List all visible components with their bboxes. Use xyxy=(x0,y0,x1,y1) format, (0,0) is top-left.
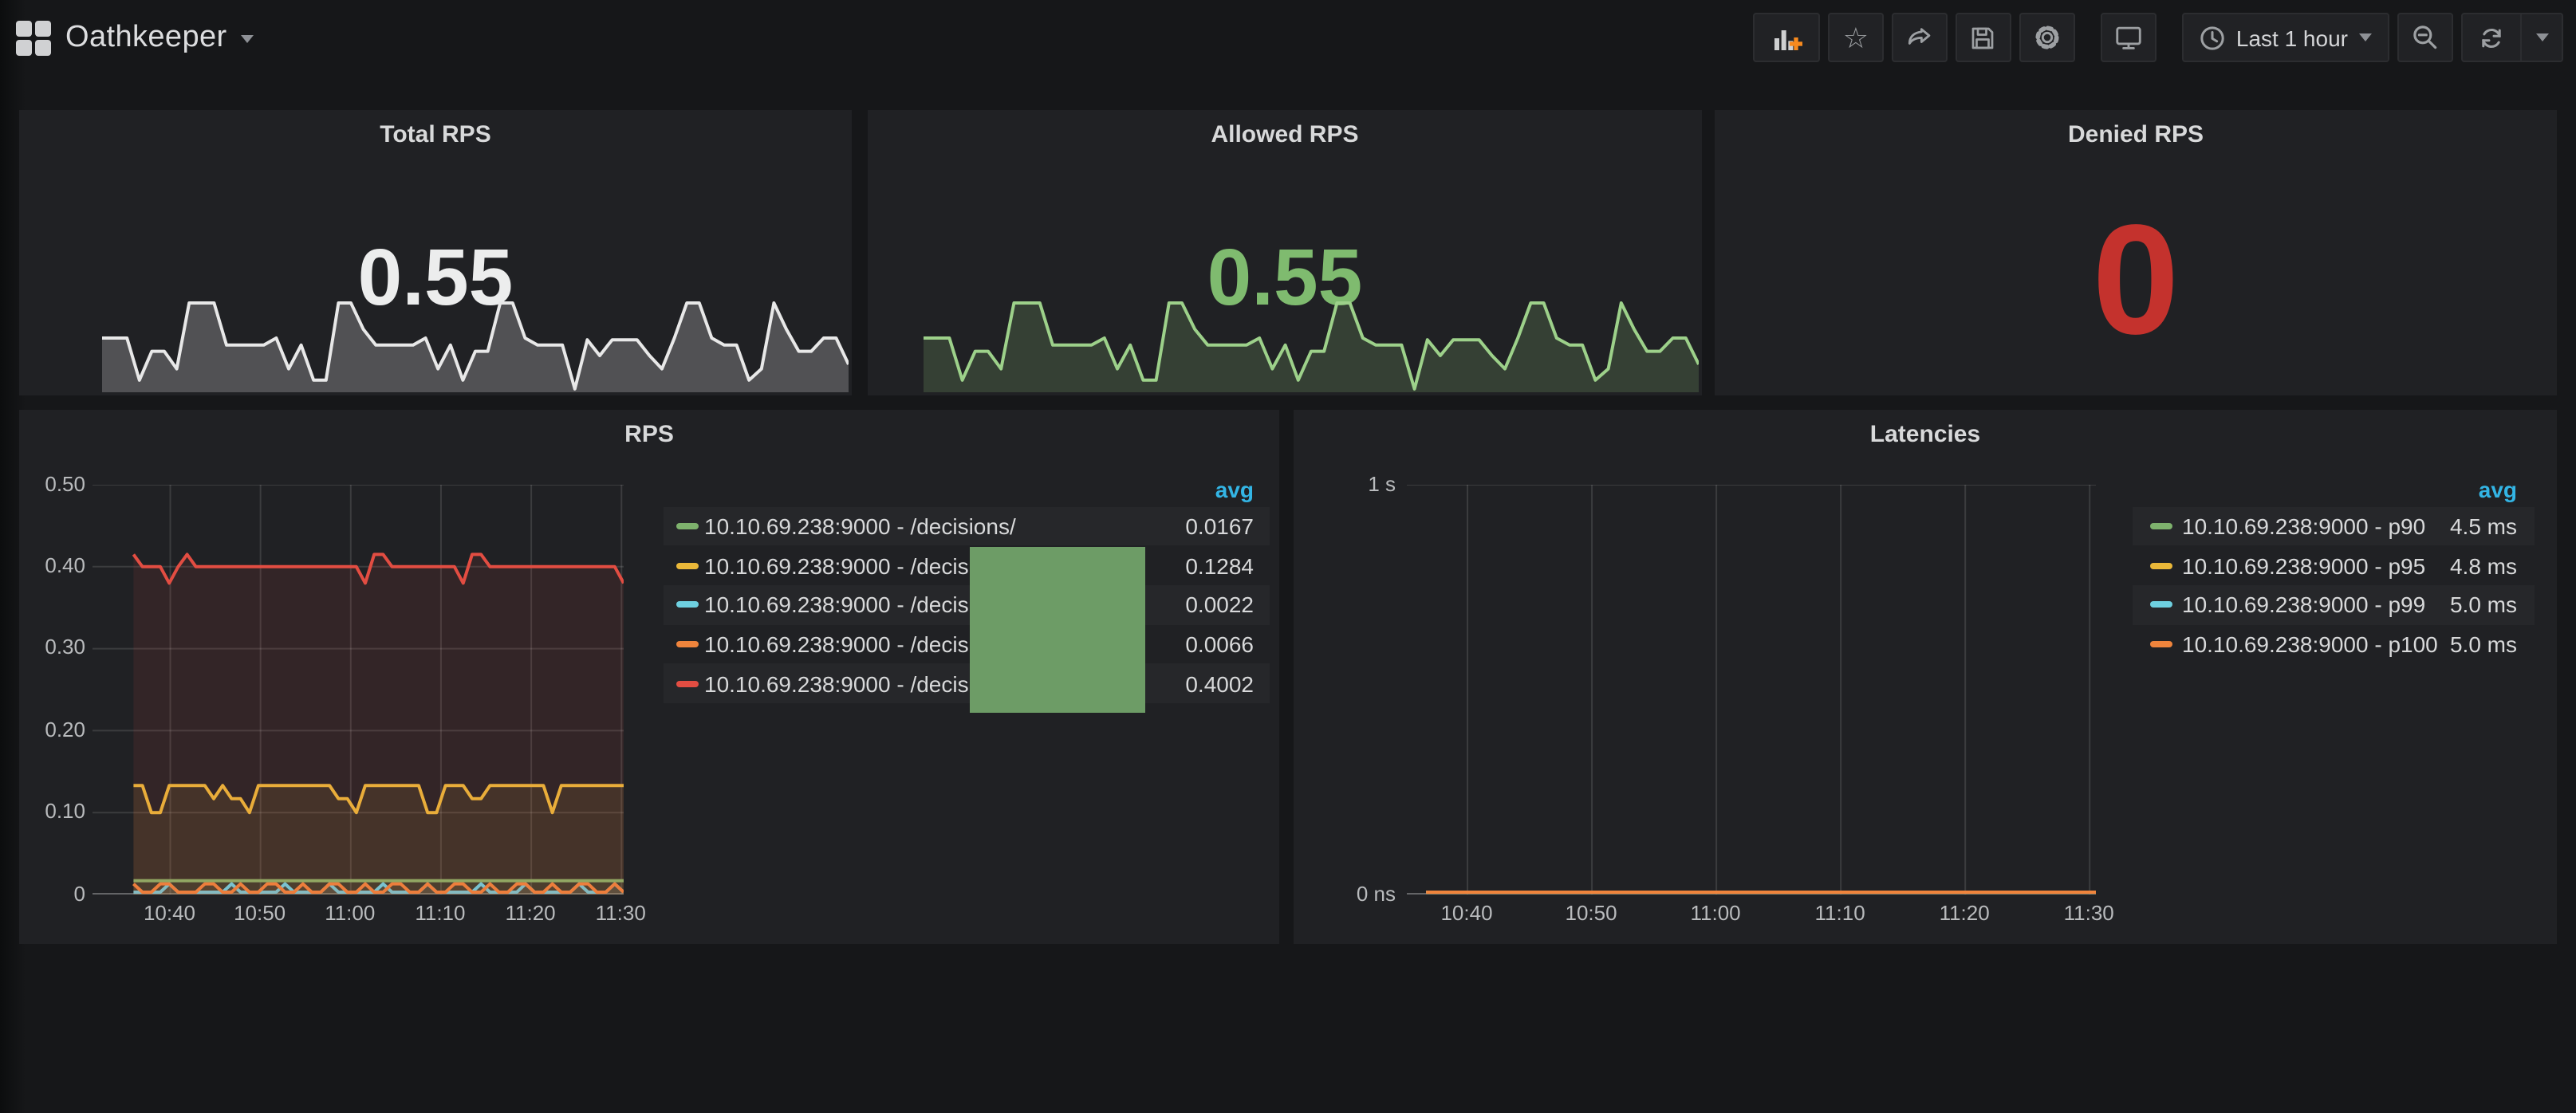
legend-avg-value: 0.0022 xyxy=(1185,592,1254,618)
refresh-caret-icon xyxy=(2535,33,2548,41)
legend-avg-value: 0.0167 xyxy=(1185,513,1254,539)
y-tick-label: 0.30 xyxy=(19,635,85,661)
clock-icon xyxy=(2200,25,2225,50)
x-tick-label: 11:20 xyxy=(1923,900,2006,926)
toolbar: ☆ xyxy=(1745,13,2563,62)
legend-row[interactable]: 10.10.69.238:9000 - p99 5.0 ms xyxy=(2133,585,2535,624)
legend-avg-value: 0.4002 xyxy=(1185,671,1254,697)
time-range-label: Last 1 hour xyxy=(2236,25,2348,50)
x-tick-label: 11:00 xyxy=(309,900,392,926)
chart-plot[interactable] xyxy=(1406,484,2095,894)
stat-value-denied-rps: 0 xyxy=(1715,190,2557,370)
x-tick-label: 11:30 xyxy=(579,900,662,926)
series-color-marker[interactable] xyxy=(2149,562,2172,568)
legend-avg-value: 5.0 ms xyxy=(2450,592,2517,618)
legend-row[interactable]: 10.10.69.238:9000 - /decisions/0.0167 xyxy=(664,506,1270,545)
settings-button[interactable] xyxy=(2019,13,2075,62)
legend-series-label[interactable]: 10.10.69.238:9000 - p99 xyxy=(2182,592,2425,618)
x-tick-label: 10:50 xyxy=(1550,900,1633,926)
legend-avg-value: 0.1284 xyxy=(1185,553,1254,578)
legend-row[interactable]: 10.10.69.238:9000 - p100 5.0 ms xyxy=(2133,625,2535,664)
legend-avg-value: 0.0066 xyxy=(1185,631,1254,657)
legend-avg-value: 4.5 ms xyxy=(2450,513,2517,539)
legend-series-label[interactable]: 10.10.69.238:9000 - p100 xyxy=(2182,631,2438,657)
star-icon: ☆ xyxy=(1843,23,1869,52)
series-color-marker[interactable] xyxy=(2149,641,2172,647)
series-color-marker[interactable] xyxy=(676,562,698,568)
y-tick-label: 0.20 xyxy=(19,717,85,742)
zoom-out-icon xyxy=(2410,22,2440,53)
sparkline-allowed-rps xyxy=(924,300,1699,392)
series-color-marker[interactable] xyxy=(2149,602,2172,608)
dashboard-title[interactable]: Oathkeeper xyxy=(65,21,227,56)
x-tick-label: 10:40 xyxy=(128,900,211,926)
grafana-dashboard: Oathkeeper ☆ xyxy=(0,0,2576,1113)
y-tick-label: 0 ns xyxy=(1294,881,1396,907)
y-tick-label: 0.10 xyxy=(19,799,85,824)
series-color-marker[interactable] xyxy=(676,602,698,608)
series-color-marker[interactable] xyxy=(676,681,698,687)
save-icon xyxy=(1969,23,1998,52)
green-overlay-artifact xyxy=(970,547,1145,713)
time-range-picker[interactable]: Last 1 hour xyxy=(2182,13,2389,62)
x-tick-label: 11:20 xyxy=(489,900,572,926)
legend-avg-value: 4.8 ms xyxy=(2450,553,2517,578)
y-tick-label: 1 s xyxy=(1294,471,1396,497)
x-tick-label: 11:30 xyxy=(2047,900,2130,926)
x-tick-label: 11:10 xyxy=(1798,900,1881,926)
tv-icon xyxy=(2113,22,2144,53)
series-color-marker[interactable] xyxy=(2149,523,2172,529)
legend-avg-header[interactable]: avg xyxy=(1215,477,1254,502)
share-button[interactable] xyxy=(1892,13,1948,62)
time-range-caret-icon xyxy=(2359,33,2372,41)
gear-icon xyxy=(2032,22,2062,53)
legend-row[interactable]: 10.10.69.238:9000 - /decisions/0.1284 xyxy=(664,546,1270,585)
legend-row[interactable]: 10.10.69.238:9000 - /decisions/0.0022 xyxy=(664,585,1270,624)
add-panel-icon xyxy=(1771,22,1802,53)
series-color-marker[interactable] xyxy=(676,523,698,529)
tv-kiosk-button[interactable] xyxy=(2101,13,2157,62)
panel-title[interactable]: Allowed RPS xyxy=(868,121,1702,148)
panel-allowed-rps: Allowed RPS 0.55 xyxy=(868,110,1702,395)
dashboard-picker[interactable]: Oathkeeper xyxy=(16,0,254,77)
legend-series-label[interactable]: 10.10.69.238:9000 - /decisions/ xyxy=(704,513,1016,539)
save-button[interactable] xyxy=(1956,13,2011,62)
legend-avg-header[interactable]: avg xyxy=(2479,477,2517,502)
legend-series-label[interactable]: 10.10.69.238:9000 - p90 xyxy=(2182,513,2425,539)
legend-row[interactable]: 10.10.69.238:9000 - p90 4.5 ms xyxy=(2133,506,2535,545)
y-tick-label: 0.50 xyxy=(19,471,85,497)
refresh-control xyxy=(2461,13,2563,62)
add-panel-button[interactable] xyxy=(1753,13,1820,62)
panel-title[interactable]: Denied RPS xyxy=(1715,121,2557,148)
refresh-button[interactable] xyxy=(2461,13,2522,62)
legend-row[interactable]: 10.10.69.238:9000 - /decisions/0.4002 xyxy=(664,664,1270,703)
panel-title[interactable]: Latencies xyxy=(1294,421,2557,448)
legend-avg-value: 5.0 ms xyxy=(2450,631,2517,657)
y-tick-label: 0.40 xyxy=(19,553,85,579)
share-icon xyxy=(1904,22,1935,53)
legend-row[interactable]: 10.10.69.238:9000 - /decisions/0.0066 xyxy=(664,625,1270,664)
panel-denied-rps: Denied RPS 0 xyxy=(1715,110,2557,395)
refresh-interval-dropdown[interactable] xyxy=(2522,13,2563,62)
x-tick-label: 11:00 xyxy=(1674,900,1757,926)
panel-total-rps: Total RPS 0.55 xyxy=(19,110,852,395)
star-button[interactable]: ☆ xyxy=(1828,13,1884,62)
legend-row[interactable]: 10.10.69.238:9000 - p95 4.8 ms xyxy=(2133,546,2535,585)
legend-series-label[interactable]: 10.10.69.238:9000 - p95 xyxy=(2182,553,2425,578)
sparkline-total-rps xyxy=(102,300,849,392)
y-tick-label: 0 xyxy=(19,881,85,907)
x-tick-label: 11:10 xyxy=(399,900,482,926)
refresh-icon xyxy=(2477,23,2506,52)
x-tick-label: 10:40 xyxy=(1425,900,1508,926)
panel-title[interactable]: RPS xyxy=(19,421,1279,448)
zoom-out-button[interactable] xyxy=(2397,13,2453,62)
dashboards-grid-icon xyxy=(16,21,51,56)
panel-latencies-graph: Latencies avg 1 s 0 ns 10:40 10:50 11:00 11:1… xyxy=(1294,410,2557,944)
chevron-down-icon[interactable] xyxy=(242,34,254,42)
chart-plot[interactable] xyxy=(92,484,623,894)
x-tick-label: 10:50 xyxy=(219,900,301,926)
panel-title[interactable]: Total RPS xyxy=(19,121,852,148)
series-color-marker[interactable] xyxy=(676,641,698,647)
navbar: Oathkeeper ☆ xyxy=(0,0,2576,77)
